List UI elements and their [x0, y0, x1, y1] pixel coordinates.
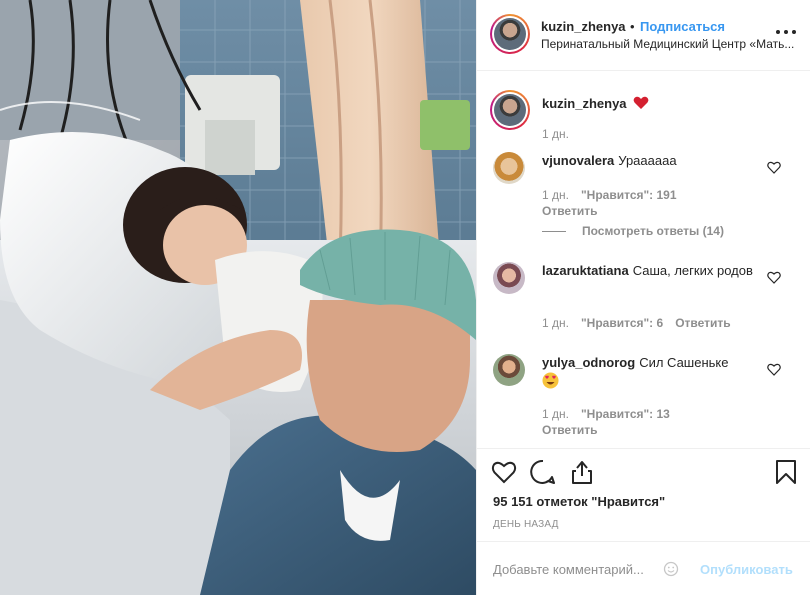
heart-outline-icon[interactable]: [491, 459, 517, 485]
reply-button[interactable]: Ответить: [542, 204, 597, 218]
caption-username[interactable]: kuzin_zhenya: [542, 96, 627, 111]
separator-dot: •: [630, 19, 635, 34]
comment-text: vjunovalera Ураааааа: [542, 152, 772, 170]
commenter-avatar[interactable]: [493, 152, 525, 184]
post-header: kuzin_zhenya • Подписаться Перинатальный…: [477, 0, 810, 71]
comment-likes[interactable]: "Нравится": 6: [581, 316, 663, 330]
comment-body: Сил Сашеньке: [639, 355, 729, 370]
heart-emoji-icon: [633, 96, 649, 109]
view-replies-button[interactable]: Посмотреть ответы (14): [542, 224, 724, 238]
author-username[interactable]: kuzin_zhenya: [541, 19, 626, 34]
comment-meta: 1 дн. "Нравится": 6 Ответить: [542, 316, 731, 330]
more-options-icon[interactable]: [775, 22, 797, 40]
comment-body: Саша, легких родов: [632, 263, 753, 278]
commenter-avatar[interactable]: [493, 354, 525, 386]
publish-button[interactable]: Опубликовать: [700, 562, 793, 577]
heart-eyes-emoji-icon: [542, 372, 559, 389]
emoji-icon[interactable]: [663, 561, 679, 577]
comment-like-icon[interactable]: [767, 363, 781, 376]
comment-icon[interactable]: [530, 459, 556, 485]
reply-button[interactable]: Ответить: [542, 423, 597, 437]
comment-text: lazaruktatiana Саша, легких родов: [542, 262, 772, 280]
caption-author-avatar[interactable]: [490, 90, 530, 130]
comment-time[interactable]: 1 дн.: [542, 188, 569, 202]
comment-username[interactable]: yulya_odnorog: [542, 355, 635, 370]
comment-username[interactable]: lazaruktatiana: [542, 263, 629, 278]
replies-divider: [542, 231, 566, 233]
hospital-photo-illustration: [0, 0, 476, 595]
comment-meta: 1 дн. "Нравится": 191: [542, 188, 677, 202]
comment-meta: 1 дн. "Нравится": 13: [542, 407, 670, 421]
comment-time[interactable]: 1 дн.: [542, 316, 569, 330]
view-replies-label: Посмотреть ответы (14): [582, 224, 724, 238]
location-link[interactable]: Перинатальный Медицинский Центр «Мать...: [541, 37, 797, 51]
comment-likes[interactable]: "Нравится": 13: [581, 407, 670, 421]
post-timestamp[interactable]: ДЕНЬ НАЗАД: [493, 519, 559, 530]
post-sidebar: kuzin_zhenya • Подписаться Перинатальный…: [476, 0, 810, 595]
share-icon[interactable]: [569, 459, 595, 485]
bookmark-icon[interactable]: [773, 459, 799, 485]
comment-input[interactable]: [493, 558, 683, 580]
comments-list[interactable]: kuzin_zhenya 1 дн. vjunovalera Ураааааа 1…: [477, 72, 810, 448]
comment-like-icon[interactable]: [767, 161, 781, 174]
post-actions: 95 151 отметок "Нравится" ДЕНЬ НАЗАД: [477, 448, 810, 538]
comment-text: yulya_odnorog Сил Сашеньке: [542, 354, 772, 372]
reply-button[interactable]: Ответить: [675, 316, 730, 330]
add-comment-bar: Опубликовать: [477, 541, 810, 595]
comment-body: Ураааааа: [618, 153, 677, 168]
post-photo[interactable]: [0, 0, 476, 595]
follow-button[interactable]: Подписаться: [640, 19, 725, 34]
author-avatar[interactable]: [490, 14, 530, 54]
commenter-avatar[interactable]: [493, 262, 525, 294]
likes-count[interactable]: 95 151 отметок "Нравится": [493, 494, 665, 509]
caption-timestamp[interactable]: 1 дн.: [542, 127, 569, 141]
comment-username[interactable]: vjunovalera: [542, 153, 614, 168]
comment-time[interactable]: 1 дн.: [542, 407, 569, 421]
comment-likes[interactable]: "Нравится": 191: [581, 188, 677, 202]
post-dialog: kuzin_zhenya • Подписаться Перинатальный…: [0, 0, 810, 595]
comment-like-icon[interactable]: [767, 271, 781, 284]
